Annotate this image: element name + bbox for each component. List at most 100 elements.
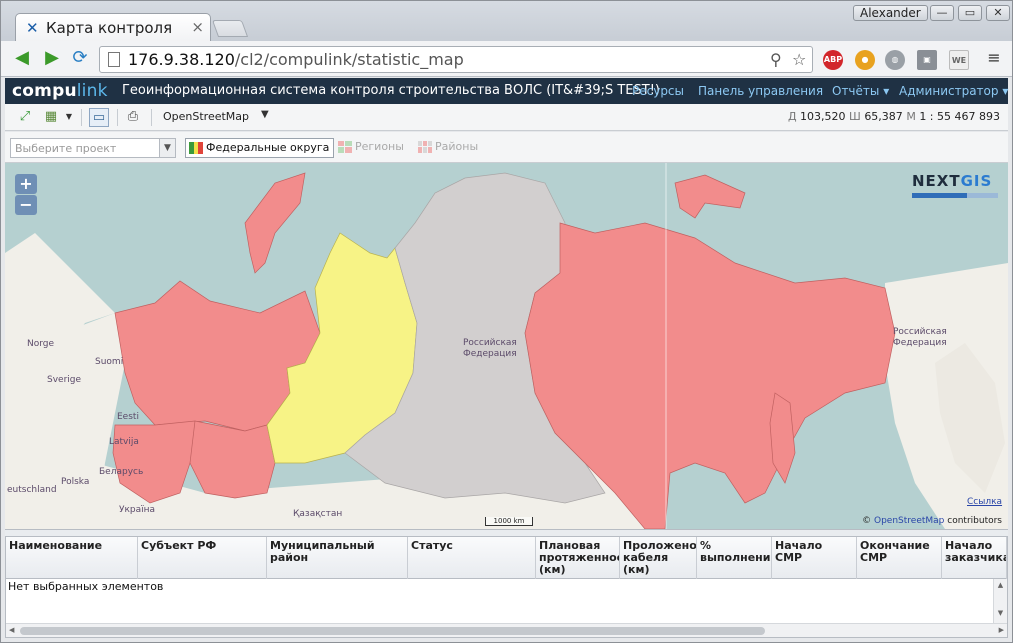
tab-close-icon[interactable]: × bbox=[191, 18, 204, 36]
browser-tab[interactable]: ✕ Карта контроля × bbox=[15, 13, 211, 42]
map-label-ukraine: Україна bbox=[119, 505, 156, 515]
menu-resources[interactable]: Ресурсы bbox=[632, 84, 684, 98]
toolbar-separator bbox=[81, 109, 82, 126]
browser-toolbar: ◀ ▶ ⟳ 176.9.38.120/cl2/compulink/statist… bbox=[1, 41, 1012, 77]
map-label-belarus: Беларусь bbox=[99, 467, 144, 477]
col-completion-percent[interactable]: % выполнения bbox=[697, 537, 772, 579]
map-label-germany: eutschland bbox=[7, 485, 57, 495]
map-label-finland: Suomi bbox=[95, 357, 124, 367]
col-municipal-district[interactable]: Муниципальный район bbox=[267, 537, 408, 579]
zoom-out-button[interactable]: − bbox=[15, 195, 37, 215]
toolbar-separator bbox=[151, 109, 152, 126]
full-extent-icon[interactable]: ⤢ bbox=[15, 108, 35, 127]
tab-title: Карта контроля bbox=[46, 19, 173, 37]
browser-window: ✕ Карта контроля × Alexander — ▭ ✕ ◀ ▶ ⟳… bbox=[0, 0, 1013, 643]
map-label-russia-east-2: Федерация bbox=[893, 338, 947, 348]
window-view-icon[interactable]: ▭ bbox=[89, 108, 109, 127]
districts-button[interactable]: Районы bbox=[415, 138, 482, 158]
menu-control-panel[interactable]: Панель управления bbox=[698, 84, 823, 98]
address-bar[interactable]: 176.9.38.120/cl2/compulink/statistic_map… bbox=[99, 46, 813, 73]
grid-empty-message: Нет выбранных элементов bbox=[8, 580, 164, 593]
reload-icon[interactable]: ⟳ bbox=[69, 49, 91, 69]
we-extension-icon[interactable]: WE bbox=[949, 50, 969, 70]
zoom-in-button[interactable]: + bbox=[15, 174, 37, 194]
district-volga bbox=[189, 420, 276, 499]
menu-icon[interactable]: ≡ bbox=[983, 49, 1005, 69]
browser-titlebar: ✕ Карта контроля × Alexander — ▭ ✕ bbox=[1, 1, 1012, 42]
map-permalink[interactable]: Ссылка bbox=[967, 497, 1002, 507]
map-view[interactable]: + − NEXTGIS Norge Suomi Sverige Eesti La… bbox=[5, 163, 1008, 529]
grid-vertical-scrollbar[interactable]: ▲ ▼ bbox=[993, 579, 1007, 624]
regions-button[interactable]: Регионы bbox=[335, 138, 408, 158]
map-label-norway: Norge bbox=[27, 339, 55, 349]
col-status[interactable]: Статус bbox=[408, 537, 536, 579]
map-label-sweden: Sverige bbox=[47, 375, 82, 385]
profile-button[interactable]: Alexander bbox=[853, 5, 928, 21]
scrollbar-thumb[interactable] bbox=[20, 627, 765, 635]
map-label-estonia: Eesti bbox=[117, 412, 139, 422]
col-smr-end[interactable]: Окончание СМР bbox=[857, 537, 942, 579]
forward-icon[interactable]: ▶ bbox=[41, 49, 63, 69]
extension-stack-icon[interactable]: ▣ bbox=[917, 50, 937, 70]
federal-districts-icon bbox=[189, 142, 203, 154]
minimize-button[interactable]: — bbox=[930, 5, 954, 21]
base-layer-arrow-icon[interactable]: ▼ bbox=[261, 109, 269, 120]
layers-dropdown-icon[interactable]: ▼ bbox=[59, 108, 79, 127]
map-label-poland: Polska bbox=[61, 477, 90, 487]
col-customer-start[interactable]: Начало заказчика bbox=[942, 537, 1007, 579]
col-smr-start[interactable]: Начало СМР bbox=[772, 537, 857, 579]
layers-icon[interactable]: ▦ bbox=[41, 108, 61, 127]
project-select-placeholder: Выберите проект bbox=[15, 142, 117, 155]
col-cable-laid[interactable]: Проложено кабеля (км) bbox=[620, 537, 697, 579]
osm-link[interactable]: OpenStreetMap bbox=[874, 516, 944, 526]
extension-colors-icon[interactable]: ● bbox=[855, 50, 875, 70]
print-icon[interactable]: ⎙ bbox=[123, 108, 143, 127]
chevron-down-icon[interactable]: ▼ bbox=[159, 139, 175, 157]
grid-horizontal-scrollbar[interactable]: ◀ ▶ bbox=[6, 623, 1007, 637]
federal-districts-button[interactable]: Федеральные округа bbox=[185, 138, 335, 158]
map-label-latvia: Latvija bbox=[109, 437, 139, 447]
app-title: Геоинформационная система контроля строи… bbox=[122, 83, 661, 98]
new-tab-button[interactable] bbox=[211, 20, 249, 37]
coordinates-readout: Д 103,520 Ш 65,387 М 1 : 55 467 893 bbox=[787, 110, 1000, 123]
nextgis-logo: NEXTGIS bbox=[912, 172, 993, 190]
nextgis-logo-bar bbox=[912, 193, 998, 198]
bookmark-star-icon[interactable]: ☆ bbox=[792, 50, 806, 69]
col-subject[interactable]: Субъект РФ bbox=[138, 537, 267, 579]
scroll-left-icon[interactable]: ◀ bbox=[9, 626, 14, 634]
col-planned-length[interactable]: Плановая протяженность (км) bbox=[536, 537, 620, 579]
districts-icon bbox=[418, 141, 432, 153]
map-label-russia: Российская bbox=[463, 338, 517, 348]
map-scalebar: 1000 km bbox=[485, 517, 533, 526]
compulink-favicon-icon: ✕ bbox=[26, 19, 39, 37]
base-layer-select[interactable]: OpenStreetMap bbox=[163, 110, 249, 123]
map-grid-splitter[interactable] bbox=[5, 529, 1008, 536]
grid-header: Наименование Субъект РФ Муниципальный ра… bbox=[6, 537, 1007, 579]
back-icon[interactable]: ◀ bbox=[11, 49, 33, 69]
menu-administrator[interactable]: Администратор ▾ bbox=[899, 84, 1008, 98]
district-far-east-islands bbox=[674, 174, 746, 219]
compulink-logo[interactable]: compulink bbox=[12, 81, 108, 101]
filter-bar: Выберите проект ▼ Федеральные округа Рег… bbox=[5, 132, 1008, 163]
objects-grid: Наименование Субъект РФ Муниципальный ра… bbox=[5, 536, 1008, 638]
toolbar-separator bbox=[117, 109, 118, 126]
adblock-icon[interactable]: ABP bbox=[823, 50, 843, 70]
regions-icon bbox=[338, 141, 352, 153]
address-url[interactable]: 176.9.38.120/cl2/compulink/statistic_map bbox=[128, 50, 464, 69]
search-icon[interactable]: ⚲ bbox=[770, 50, 782, 69]
globe-icon[interactable]: ◍ bbox=[885, 50, 905, 70]
map-attribution: © OpenStreetMap contributors bbox=[862, 516, 1002, 526]
map-label-russia-2: Федерация bbox=[463, 349, 517, 359]
project-select[interactable]: Выберите проект ▼ bbox=[10, 138, 176, 158]
map-label-kazakhstan: Қазақстан bbox=[293, 509, 343, 519]
menu-reports[interactable]: Отчёты ▾ bbox=[832, 84, 889, 98]
map-toolbar: ⤢ ▦ ▼ ▭ ⎙ OpenStreetMap ▼ Д 103,520 Ш 65… bbox=[5, 104, 1008, 131]
close-window-button[interactable]: ✕ bbox=[986, 5, 1010, 21]
page-icon bbox=[108, 52, 120, 67]
col-name[interactable]: Наименование bbox=[6, 537, 138, 579]
map-label-russia-east: Российская bbox=[893, 327, 947, 337]
maximize-button[interactable]: ▭ bbox=[958, 5, 982, 21]
district-arctic-islands-west bbox=[244, 172, 306, 274]
scroll-right-icon[interactable]: ▶ bbox=[999, 626, 1004, 634]
app-header: compulink Геоинформационная система конт… bbox=[5, 78, 1008, 104]
